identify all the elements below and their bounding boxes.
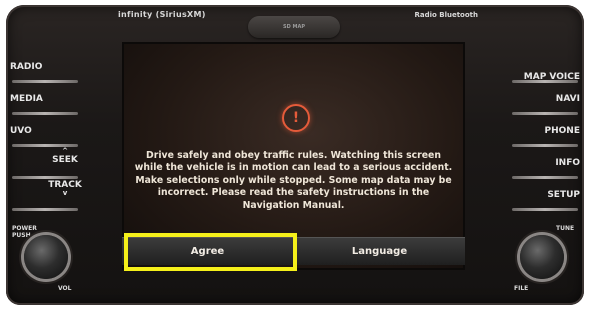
navi-button[interactable]: NAVI	[470, 84, 582, 115]
brand-logo: infinity (SiriusXM)	[118, 10, 206, 19]
left-button-column: RADIO MEDIA UVO ^ SEEK TRACK v	[8, 52, 120, 212]
chevron-down-icon: v	[62, 189, 68, 197]
radio-bluetooth-label: Radio Bluetooth	[414, 11, 478, 19]
phone-button[interactable]: PHONE	[470, 116, 582, 147]
media-button[interactable]: MEDIA	[8, 84, 120, 115]
tune-label: TUNE	[556, 225, 575, 232]
warning-icon: !	[282, 104, 310, 132]
track-button[interactable]: TRACK v	[8, 180, 120, 211]
radio-button[interactable]: RADIO	[8, 52, 120, 83]
photo-background: infinity (SiriusXM) SD MAP Radio Bluetoo…	[0, 0, 590, 310]
file-label: FILE	[514, 285, 529, 292]
display-screen: ! Drive safely and obey traffic rules. W…	[122, 42, 465, 270]
dialog-button-bar: Agree Language	[122, 237, 465, 265]
setup-button[interactable]: SETUP	[470, 180, 582, 211]
chevron-up-icon: ^	[62, 147, 68, 155]
volume-knob[interactable]	[24, 235, 68, 279]
volume-knob-area: POWER PUSH VOL	[10, 225, 84, 299]
info-button[interactable]: INFO	[470, 148, 582, 179]
vol-label: VOL	[58, 285, 72, 292]
safety-warning-message: Drive safely and obey traffic rules. Wat…	[134, 150, 453, 211]
tune-knob[interactable]	[520, 235, 564, 279]
uvo-button[interactable]: UVO	[8, 116, 120, 147]
tune-knob-area: TUNE FILE	[506, 225, 580, 299]
language-button[interactable]: Language	[293, 237, 465, 265]
sd-map-slot: SD MAP	[248, 16, 340, 38]
right-button-column: MAP VOICE NAVI PHONE INFO SETUP	[470, 52, 582, 212]
seek-button[interactable]: ^ SEEK	[8, 147, 120, 179]
map-voice-button[interactable]: MAP VOICE	[470, 52, 582, 83]
top-strip: infinity (SiriusXM) SD MAP Radio Bluetoo…	[118, 6, 478, 42]
agree-button[interactable]: Agree	[122, 237, 293, 265]
